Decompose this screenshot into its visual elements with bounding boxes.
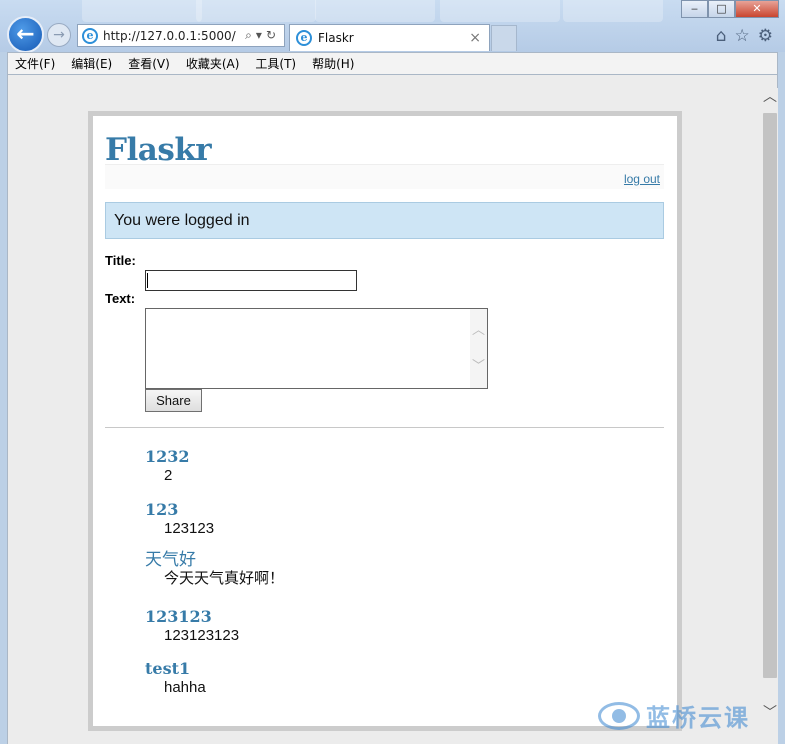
address-url[interactable]: http://127.0.0.1:5000/ <box>103 29 236 43</box>
entry-item: 1232 2 <box>145 447 190 484</box>
entry-text: 2 <box>164 467 173 484</box>
ie-logo-icon: e <box>82 27 98 44</box>
address-bar[interactable]: e http://127.0.0.1:5000/ ⌕▾↻ <box>77 24 285 47</box>
text-input[interactable] <box>145 308 488 389</box>
flaskr-page: Flaskr log out You were logged in Title:… <box>88 111 682 731</box>
background-tab[interactable] <box>563 0 663 22</box>
menu-favorites[interactable]: 收藏夹(A) <box>186 55 240 72</box>
chevron-up-icon[interactable]: ︿ <box>762 88 778 106</box>
lanqiao-logo-icon <box>598 701 640 730</box>
entry-text: 123123 <box>164 520 215 537</box>
arrow-left-icon: ← <box>16 22 35 47</box>
entry-title: 123123 <box>145 607 212 626</box>
chevron-down-icon[interactable]: ▾ <box>256 28 266 42</box>
arrow-right-icon: → <box>53 27 65 43</box>
entry-text: 123123123 <box>164 627 240 644</box>
address-actions: ⌕▾↻ <box>245 28 280 43</box>
entry-text: 今天天气真好啊！ <box>164 570 285 587</box>
search-icon[interactable]: ⌕ <box>245 28 256 42</box>
menu-tools[interactable]: 工具(T) <box>255 55 296 72</box>
tab-title: Flaskr <box>318 31 354 45</box>
menu-edit[interactable]: 编辑(E) <box>71 55 112 72</box>
chevron-down-icon[interactable]: ﹀ <box>762 704 778 722</box>
menu-help[interactable]: 帮助(H) <box>312 55 354 72</box>
gear-icon[interactable]: ⚙ <box>758 26 773 46</box>
browser-toolbar-icons: ⌂ ☆ ⚙ <box>716 26 773 46</box>
star-icon[interactable]: ☆ <box>735 26 750 46</box>
menu-bar: 文件(F) 编辑(E) 查看(V) 收藏夹(A) 工具(T) 帮助(H) <box>7 52 778 75</box>
entry-title: 天气好 <box>145 550 196 570</box>
flash-message: You were logged in <box>105 202 664 239</box>
metanav: log out <box>105 164 664 189</box>
page-title: Flaskr <box>105 132 212 168</box>
chevron-down-icon[interactable]: ﹀ <box>470 355 487 374</box>
share-button[interactable]: Share <box>145 389 202 412</box>
new-tab-button[interactable] <box>491 25 517 51</box>
refresh-icon[interactable]: ↻ <box>266 28 280 42</box>
entry-item: 123 123123 <box>145 500 214 537</box>
scroll-thumb[interactable] <box>763 113 777 678</box>
title-input[interactable] <box>145 270 357 291</box>
textarea-scrollbar[interactable]: ︿ ﹀ <box>470 309 487 388</box>
ie-logo-icon: e <box>296 30 312 46</box>
background-tab[interactable] <box>82 0 202 22</box>
tab-close-icon[interactable]: × <box>469 30 481 46</box>
logout-link[interactable]: log out <box>624 172 660 186</box>
page-scrollbar[interactable]: ︿ ﹀ <box>762 88 778 744</box>
window-controls: ‒ □ ✕ <box>681 0 779 18</box>
maximize-icon[interactable]: □ <box>708 0 735 18</box>
home-icon[interactable]: ⌂ <box>716 26 727 46</box>
entry-title: test1 <box>145 659 191 678</box>
entry-text: hahha <box>164 679 206 696</box>
entry-item: 123123 123123123 <box>145 607 239 644</box>
text-label: Text: <box>105 291 136 306</box>
minimize-icon[interactable]: ‒ <box>681 0 708 18</box>
watermark-text: 蓝桥云课 <box>646 704 750 732</box>
background-tab[interactable] <box>196 0 316 22</box>
close-window-icon[interactable]: ✕ <box>735 0 779 18</box>
divider <box>105 427 664 428</box>
background-tab[interactable] <box>315 0 435 22</box>
watermark: 蓝桥云课 <box>598 698 750 733</box>
tab-flaskr[interactable]: e Flaskr × <box>289 24 490 51</box>
menu-file[interactable]: 文件(F) <box>15 55 55 72</box>
page-viewport: ︿ ﹀ Flaskr log out You were logged in Ti… <box>7 75 778 744</box>
back-button[interactable]: ← <box>7 16 44 53</box>
entry-item: 天气好 今天天气真好啊！ <box>145 550 284 587</box>
title-label: Title: <box>105 253 136 268</box>
text-caret <box>147 273 148 288</box>
background-tab[interactable] <box>440 0 560 22</box>
entry-item: test1 hahha <box>145 659 206 696</box>
forward-button[interactable]: → <box>47 23 71 47</box>
chevron-up-icon[interactable]: ︿ <box>470 319 487 338</box>
entry-title: 1232 <box>145 447 190 466</box>
entry-title: 123 <box>145 500 179 519</box>
menu-view[interactable]: 查看(V) <box>128 55 170 72</box>
